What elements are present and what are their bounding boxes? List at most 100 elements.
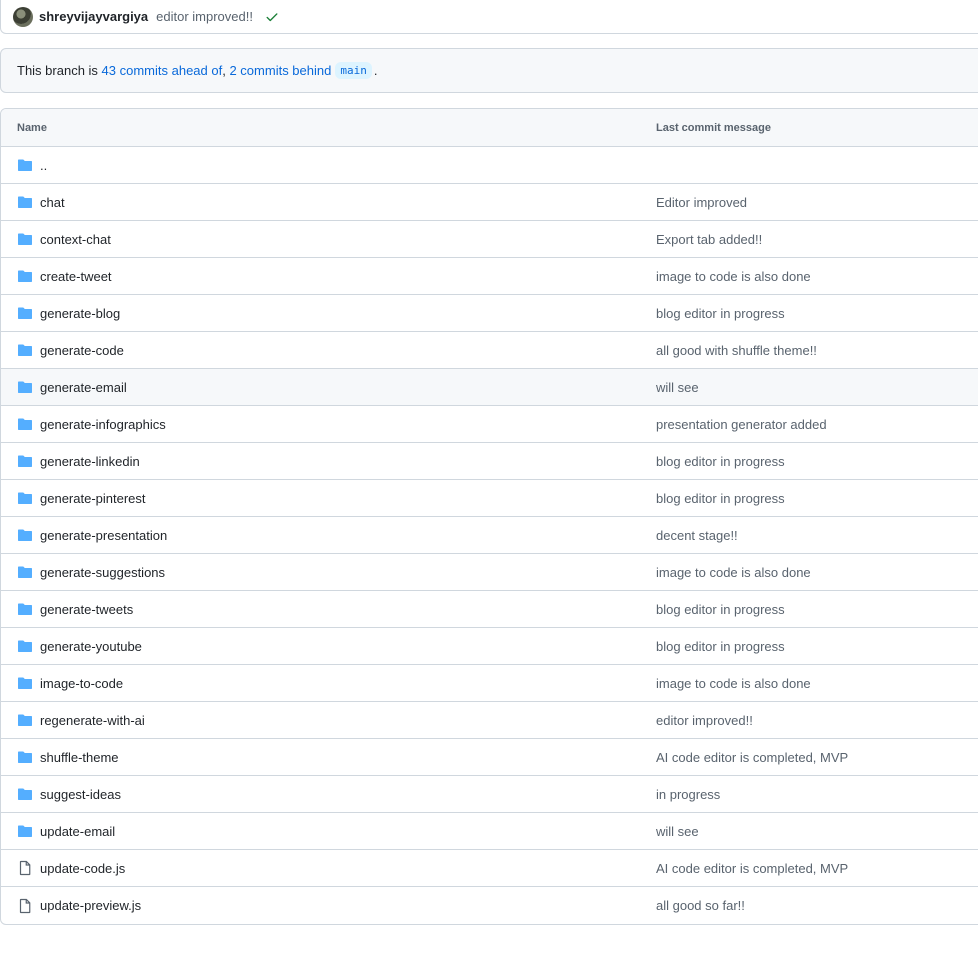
table-header: Name Last commit message: [1, 109, 978, 147]
table-row[interactable]: generate-youtube blog editor in progress: [1, 628, 978, 665]
commit-author[interactable]: shreyvijayvargiya: [39, 9, 148, 24]
table-row[interactable]: generate-tweets blog editor in progress: [1, 591, 978, 628]
file-name-cell: generate-pinterest: [1, 490, 641, 506]
file-name-link[interactable]: generate-email: [40, 380, 127, 395]
table-row[interactable]: generate-blog blog editor in progress: [1, 295, 978, 332]
table-row[interactable]: generate-suggestions image to code is als…: [1, 554, 978, 591]
check-icon[interactable]: [265, 10, 279, 24]
file-name-link[interactable]: regenerate-with-ai: [40, 713, 145, 728]
file-name-cell: shuffle-theme: [1, 749, 641, 765]
table-row[interactable]: generate-linkedin blog editor in progress: [1, 443, 978, 480]
file-name-cell: generate-infographics: [1, 416, 641, 432]
branch-status-box: This branch is 43 commits ahead of , 2 c…: [0, 48, 978, 93]
file-name-cell: create-tweet: [1, 268, 641, 284]
latest-commit-bar: shreyvijayvargiya editor improved!!: [0, 0, 978, 34]
file-name-link[interactable]: image-to-code: [40, 676, 123, 691]
file-name-cell: generate-suggestions: [1, 564, 641, 580]
last-commit-message[interactable]: blog editor in progress: [641, 602, 978, 617]
last-commit-message[interactable]: Export tab added!!: [641, 232, 978, 247]
last-commit-message[interactable]: image to code is also done: [641, 565, 978, 580]
last-commit-message[interactable]: all good with shuffle theme!!: [641, 343, 978, 358]
avatar[interactable]: [13, 6, 33, 27]
column-header-name: Name: [17, 121, 47, 134]
commits-behind-link[interactable]: 2 commits behind: [229, 63, 331, 78]
base-branch-label[interactable]: main: [335, 62, 372, 79]
file-name-link[interactable]: suggest-ideas: [40, 787, 121, 802]
last-commit-message[interactable]: blog editor in progress: [641, 306, 978, 321]
last-commit-message[interactable]: AI code editor is completed, MVP: [641, 861, 978, 876]
file-name-link[interactable]: update-preview.js: [40, 898, 141, 913]
file-list: .. chat Editor improved context-chat Export …: [1, 147, 978, 924]
file-name-cell: ..: [1, 157, 641, 173]
folder-icon: [18, 677, 32, 689]
table-row[interactable]: suggest-ideas in progress: [1, 776, 978, 813]
table-row[interactable]: image-to-code image to code is also done: [1, 665, 978, 702]
table-row[interactable]: shuffle-theme AI code editor is completed…: [1, 739, 978, 776]
file-name-cell: generate-code: [1, 342, 641, 358]
last-commit-message[interactable]: all good so far!!: [641, 898, 978, 913]
table-row[interactable]: update-email will see: [1, 813, 978, 850]
file-name-link[interactable]: generate-linkedin: [40, 454, 140, 469]
file-name-link[interactable]: generate-tweets: [40, 602, 133, 617]
file-name-cell: update-code.js: [1, 860, 641, 876]
table-row[interactable]: context-chat Export tab added!!: [1, 221, 978, 258]
file-name-cell: generate-presentation: [1, 527, 641, 543]
last-commit-message[interactable]: image to code is also done: [641, 269, 978, 284]
table-row[interactable]: update-code.js AI code editor is complete…: [1, 850, 978, 887]
last-commit-message[interactable]: editor improved!!: [641, 713, 978, 728]
commit-message[interactable]: editor improved!!: [156, 9, 253, 24]
file-name-link[interactable]: chat: [40, 195, 65, 210]
file-name-link[interactable]: ..: [40, 158, 47, 173]
table-row[interactable]: generate-infographics presentation genera…: [1, 406, 978, 443]
table-row[interactable]: chat Editor improved: [1, 184, 978, 221]
folder-icon: [18, 344, 32, 356]
last-commit-message[interactable]: Editor improved: [641, 195, 978, 210]
file-name-link[interactable]: update-email: [40, 824, 115, 839]
table-row[interactable]: regenerate-with-ai editor improved!!: [1, 702, 978, 739]
folder-icon: [18, 418, 32, 430]
file-icon: [19, 898, 31, 913]
file-name-link[interactable]: generate-pinterest: [40, 491, 146, 506]
file-name-cell: context-chat: [1, 231, 641, 247]
file-name-link[interactable]: generate-suggestions: [40, 565, 165, 580]
commits-ahead-link[interactable]: 43 commits ahead of: [102, 63, 223, 78]
file-name-cell: update-preview.js: [1, 898, 641, 914]
table-row[interactable]: ..: [1, 147, 978, 184]
file-name-link[interactable]: generate-blog: [40, 306, 120, 321]
folder-icon: [18, 640, 32, 652]
last-commit-message[interactable]: will see: [641, 824, 978, 839]
file-name-link[interactable]: generate-infographics: [40, 417, 166, 432]
last-commit-message[interactable]: image to code is also done: [641, 676, 978, 691]
file-name-cell: generate-email: [1, 379, 641, 395]
folder-icon: [18, 825, 32, 837]
file-name-link[interactable]: context-chat: [40, 232, 111, 247]
table-row[interactable]: generate-pinterest blog editor in progres…: [1, 480, 978, 517]
file-name-cell: update-email: [1, 823, 641, 839]
table-row[interactable]: create-tweet image to code is also done: [1, 258, 978, 295]
file-name-link[interactable]: generate-code: [40, 343, 124, 358]
file-name-cell: generate-linkedin: [1, 453, 641, 469]
file-name-link[interactable]: create-tweet: [40, 269, 112, 284]
last-commit-message[interactable]: decent stage!!: [641, 528, 978, 543]
last-commit-message[interactable]: blog editor in progress: [641, 639, 978, 654]
table-row[interactable]: generate-code all good with shuffle theme…: [1, 332, 978, 369]
file-name-link[interactable]: shuffle-theme: [40, 750, 119, 765]
folder-icon: [18, 233, 32, 245]
folder-icon: [18, 455, 32, 467]
last-commit-message[interactable]: will see: [641, 380, 978, 395]
file-name-cell: image-to-code: [1, 675, 641, 691]
table-row[interactable]: generate-presentation decent stage!!: [1, 517, 978, 554]
table-row[interactable]: update-preview.js all good so far!!: [1, 887, 978, 924]
file-name-link[interactable]: generate-presentation: [40, 528, 167, 543]
last-commit-message[interactable]: blog editor in progress: [641, 491, 978, 506]
table-row[interactable]: generate-email will see: [1, 369, 978, 406]
last-commit-message[interactable]: AI code editor is completed, MVP: [641, 750, 978, 765]
file-name-cell: regenerate-with-ai: [1, 712, 641, 728]
last-commit-message[interactable]: blog editor in progress: [641, 454, 978, 469]
file-name-link[interactable]: generate-youtube: [40, 639, 142, 654]
file-name-link[interactable]: update-code.js: [40, 861, 125, 876]
folder-icon: [18, 492, 32, 504]
last-commit-message[interactable]: presentation generator added: [641, 417, 978, 432]
folder-icon: [18, 196, 32, 208]
last-commit-message[interactable]: in progress: [641, 787, 978, 802]
